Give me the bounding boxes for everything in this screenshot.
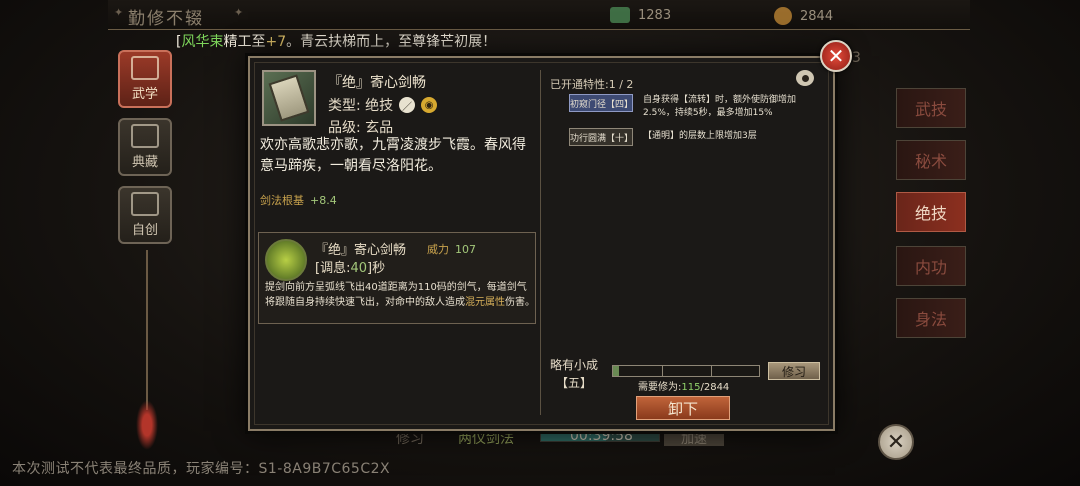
eye-icon[interactable] (796, 70, 814, 86)
page-title: 勤修不辍 (128, 9, 204, 29)
left-tab-bar: 武学 典藏 自创 (118, 50, 176, 254)
jade-book-icon (610, 7, 630, 23)
required-cultivation: 需要修为:115/2844 (638, 382, 730, 393)
tab-movement[interactable]: 身法 (896, 298, 966, 338)
swirl-icon: ◉ (421, 97, 438, 113)
traits-header: 已开通特性:1 / 2 (550, 78, 634, 91)
dialog-close-button[interactable]: ✕ (820, 40, 852, 72)
broadcast-notice: [风华束精工至+7。青云扶梯而上，至尊锋芒初展！ (176, 34, 497, 50)
sword-icon: ／ (399, 97, 416, 113)
background-skill-label: 两仪剑法 (458, 431, 514, 447)
train-button[interactable]: 修习 (768, 362, 820, 380)
scroll-icon (131, 56, 159, 80)
trait-description-2: 【通明】的层数上限增加3层 (643, 131, 757, 141)
skill-description: 提剑向前方呈弧线飞出40道距离为110码的剑气，每道剑气将跟随自身持续快速飞出，… (265, 282, 535, 308)
progress-fill (613, 366, 619, 376)
test-watermark: 本次测试不代表最终品质，玩家编号：S1-8A9B7C65C2X (12, 461, 391, 477)
item-grade: 品级: 玄品 (328, 120, 394, 136)
item-description: 欢亦高歌悲亦歌，九霄凌渡步飞霞。春风得意马蹄疾，一朝看尽洛阳花。 (260, 137, 526, 174)
skill-power: 威力 107 (427, 243, 476, 256)
tab-collection[interactable]: 典藏 (118, 118, 172, 176)
sword-qi-icon (265, 239, 307, 281)
background-train-label: 修习 (396, 431, 424, 447)
top-bar: ✦ 勤修不辍 ✦ 1283 2844 (108, 0, 970, 30)
tab-create[interactable]: 自创 (118, 186, 172, 244)
resource-jade: 1283 (610, 7, 671, 23)
close-icon: ✕ (886, 429, 906, 455)
tab-secret[interactable]: 秘术 (896, 140, 966, 180)
mastery-level: 略有小成 【五】 (550, 358, 599, 390)
item-type: 类型: 绝技 ／ ◉ (328, 95, 438, 115)
background-count: 3 (852, 50, 861, 66)
tassel-decoration (136, 400, 158, 450)
rope-decoration (146, 250, 148, 410)
book-icon (131, 124, 159, 148)
skill-cooldown: [调息:40]秒 (315, 261, 386, 276)
trait-description-1: 自身获得【流转】时，额外使防御增加2.5%，持续5秒，最多增加15% (643, 95, 797, 118)
tab-ultimate[interactable]: 绝技 (896, 192, 966, 232)
resource-coin: 2844 (774, 7, 833, 25)
unload-button[interactable]: 卸下 (636, 396, 730, 420)
brush-icon (131, 192, 159, 216)
trait-tag-1[interactable]: 初窥门径【四】 (569, 94, 633, 112)
skill-name: 『绝』寄心剑畅 (315, 243, 407, 258)
coin-icon (774, 7, 792, 25)
ornament-icon: ✦ (234, 6, 244, 19)
mastery-progress-bar (612, 365, 760, 377)
skill-card: 『绝』寄心剑畅 威力 107 [调息:40]秒 提剑向前方呈弧线飞出40道距离为1… (258, 232, 536, 324)
skill-detail-dialog: 『绝』寄心剑畅 类型: 绝技 ／ ◉ 品级: 玄品 欢亦高歌悲亦歌，九霄凌渡步飞… (248, 56, 835, 431)
panel-divider (540, 70, 541, 415)
skill-book-icon (262, 70, 316, 126)
item-name: 『绝』寄心剑畅 (328, 75, 426, 91)
side-close-button[interactable]: ✕ (878, 424, 914, 460)
trait-tag-2[interactable]: 功行圆满【十】 (569, 128, 633, 146)
tab-martial-arts[interactable]: 武学 (118, 50, 172, 108)
sword-foundation-stat: 剑法根基 +8.4 (260, 194, 337, 207)
close-icon: ✕ (827, 44, 845, 68)
ornament-icon: ✦ (114, 6, 124, 19)
tab-inner-power[interactable]: 内功 (896, 246, 966, 286)
tab-skill[interactable]: 武技 (896, 88, 966, 128)
